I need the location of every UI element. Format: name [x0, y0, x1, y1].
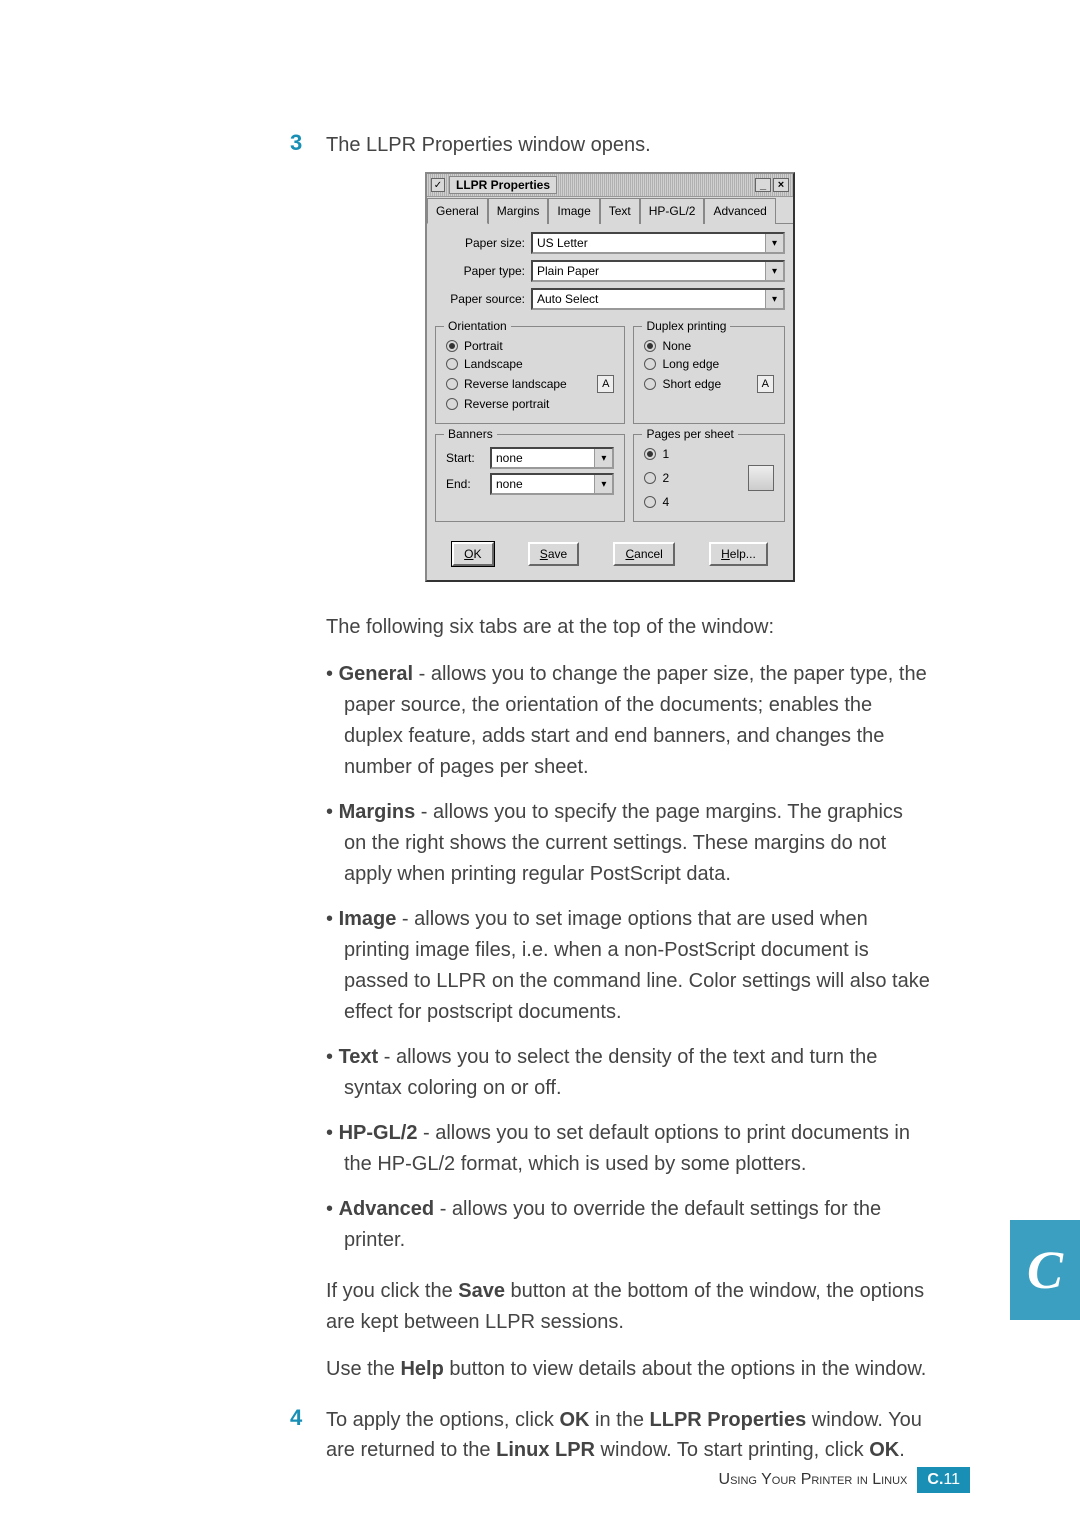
footer-text: Using Your Printer in Linux — [719, 1471, 908, 1489]
paper-size-label: Paper size: — [435, 236, 525, 250]
orientation-group: Orientation Portrait Landscape Reverse l… — [435, 326, 625, 424]
llpr-properties-dialog: ✓ LLPR Properties _ × General Margins Im… — [425, 172, 795, 582]
reverse-portrait-label: Reverse portrait — [464, 397, 549, 411]
bullet-margins: Margins - allows you to specify the page… — [326, 797, 930, 890]
chevron-down-icon[interactable]: ▾ — [765, 262, 783, 280]
banner-start-select[interactable]: none ▾ — [490, 447, 614, 469]
tabs-bullet-list: General - allows you to change the paper… — [326, 659, 930, 1256]
landscape-label: Landscape — [464, 357, 523, 371]
window-menu-icon[interactable]: ✓ — [431, 178, 445, 192]
radio-landscape[interactable] — [446, 358, 458, 370]
chevron-down-icon[interactable]: ▾ — [594, 449, 612, 467]
save-button[interactable]: SaveSave — [528, 542, 579, 566]
banner-end-value: none — [492, 475, 594, 493]
radio-pps-1[interactable] — [644, 448, 656, 460]
pps-1-label: 1 — [662, 447, 669, 461]
minimize-button[interactable]: _ — [755, 178, 771, 192]
chevron-down-icon[interactable]: ▾ — [594, 475, 612, 493]
titlebar: ✓ LLPR Properties _ × — [427, 174, 793, 197]
radio-pps-4[interactable] — [644, 496, 656, 508]
tab-image[interactable]: Image — [548, 198, 599, 224]
bullet-advanced: Advanced - allows you to override the de… — [326, 1194, 930, 1256]
bullet-hpgl2: HP-GL/2 - allows you to set default opti… — [326, 1118, 930, 1180]
paper-type-select[interactable]: Plain Paper ▾ — [531, 260, 785, 282]
radio-duplex-long[interactable] — [644, 358, 656, 370]
duplex-short-label: Short edge — [662, 377, 721, 391]
chevron-down-icon[interactable]: ▾ — [765, 234, 783, 252]
paper-type-label: Paper type: — [435, 264, 525, 278]
duplex-preview-icon: A — [757, 375, 774, 393]
help-paragraph: Use the Help button to view details abou… — [326, 1354, 930, 1385]
bullet-general: General - allows you to change the paper… — [326, 659, 930, 783]
footer: Using Your Printer in Linux C.11 — [719, 1467, 970, 1493]
step3-number: 3 — [290, 130, 308, 160]
window-title: LLPR Properties — [449, 176, 557, 194]
help-button[interactable]: Help...Help... — [709, 542, 768, 566]
portrait-label: Portrait — [464, 339, 503, 353]
tab-text[interactable]: Text — [600, 198, 640, 224]
tab-margins[interactable]: Margins — [488, 198, 549, 224]
paper-source-label: Paper source: — [435, 292, 525, 306]
duplex-long-label: Long edge — [662, 357, 719, 371]
radio-pps-2[interactable] — [644, 472, 656, 484]
ok-button[interactable]: OOKK — [452, 542, 493, 566]
paper-type-value: Plain Paper — [533, 262, 765, 280]
orientation-preview-icon: A — [597, 375, 614, 393]
duplex-legend: Duplex printing — [642, 319, 730, 333]
tab-hpgl2[interactable]: HP-GL/2 — [640, 198, 705, 224]
pps-4-label: 4 — [662, 495, 669, 509]
cancel-button[interactable]: CancelCancel — [613, 542, 674, 566]
paper-source-select[interactable]: Auto Select ▾ — [531, 288, 785, 310]
paper-source-value: Auto Select — [533, 290, 765, 308]
banner-end-label: End: — [446, 477, 484, 491]
reverse-landscape-label: Reverse landscape — [464, 377, 567, 391]
step3-text: The LLPR Properties window opens. — [326, 130, 930, 160]
banner-start-value: none — [492, 449, 594, 467]
tab-general[interactable]: General — [427, 198, 488, 224]
radio-reverse-landscape[interactable] — [446, 378, 458, 390]
side-appendix-letter: C — [1010, 1220, 1080, 1320]
step4-text: To apply the options, click OK in the LL… — [326, 1405, 930, 1465]
pages-per-sheet-group: Pages per sheet 1 2 4 — [633, 434, 785, 522]
banner-end-select[interactable]: none ▾ — [490, 473, 614, 495]
paper-size-select[interactable]: US Letter ▾ — [531, 232, 785, 254]
duplex-none-label: None — [662, 339, 691, 353]
banners-group: Banners Start: none ▾ End: none ▾ — [435, 434, 625, 522]
radio-portrait[interactable] — [446, 340, 458, 352]
tab-bar: General Margins Image Text HP-GL/2 Advan… — [427, 197, 793, 224]
pps-2-label: 2 — [662, 471, 669, 485]
step4-number: 4 — [290, 1405, 308, 1465]
radio-reverse-portrait[interactable] — [446, 398, 458, 410]
orientation-legend: Orientation — [444, 319, 511, 333]
banner-start-label: Start: — [446, 451, 484, 465]
paper-size-value: US Letter — [533, 234, 765, 252]
bullet-image: Image - allows you to set image options … — [326, 904, 930, 1028]
close-button[interactable]: × — [773, 178, 789, 192]
save-paragraph: If you click the Save button at the bott… — [326, 1276, 930, 1338]
pps-preview-icon — [748, 465, 774, 491]
page-number-badge: C.11 — [917, 1467, 970, 1493]
bullet-text: Text - allows you to select the density … — [326, 1042, 930, 1104]
chevron-down-icon[interactable]: ▾ — [765, 290, 783, 308]
radio-duplex-none[interactable] — [644, 340, 656, 352]
tabs-intro: The following six tabs are at the top of… — [326, 612, 930, 643]
banners-legend: Banners — [444, 427, 497, 441]
pps-legend: Pages per sheet — [642, 427, 737, 441]
radio-duplex-short[interactable] — [644, 378, 656, 390]
duplex-group: Duplex printing None Long edge Short edg… — [633, 326, 785, 424]
tab-advanced[interactable]: Advanced — [704, 198, 775, 224]
